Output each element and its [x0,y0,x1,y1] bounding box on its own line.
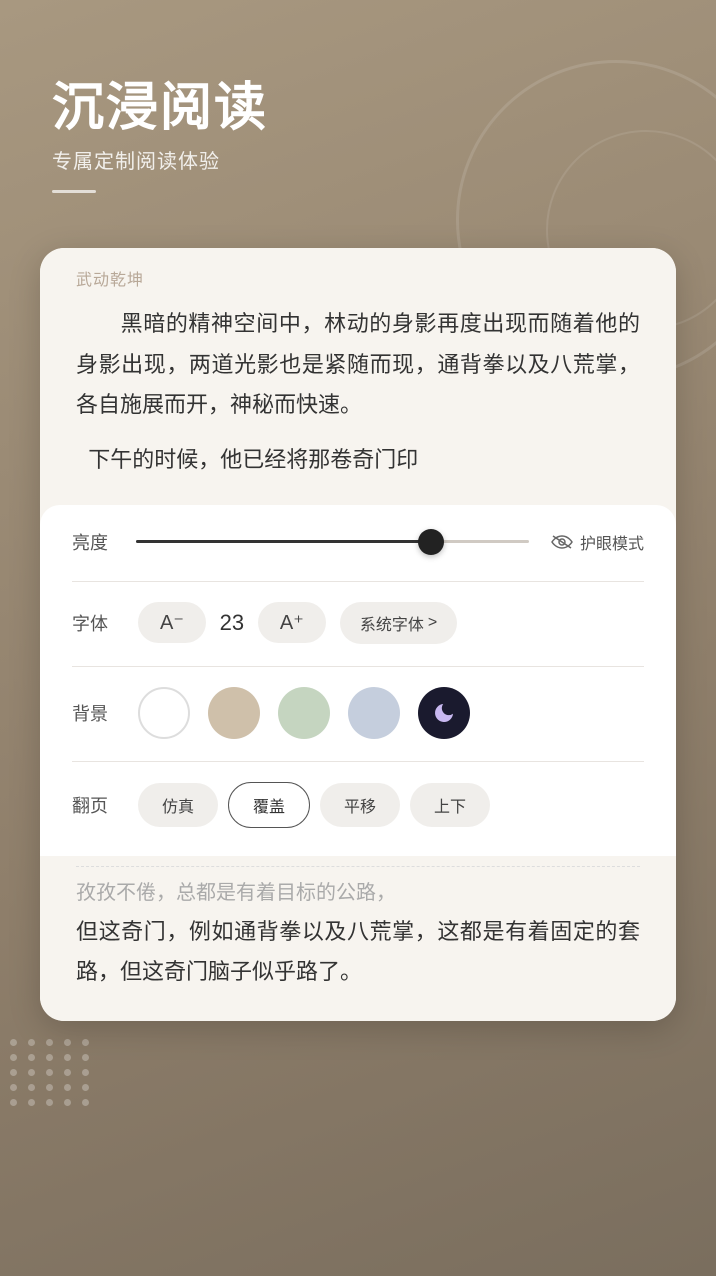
turn-vertical-button[interactable]: 上下 [410,783,490,827]
divider-1 [72,581,644,582]
font-controls: A⁻ 23 A⁺ [138,602,326,643]
brightness-thumb[interactable] [418,529,444,555]
settings-panel: 亮度 护眼模式 字体 A⁻ 23 [40,505,676,856]
page-turn-row: 翻页 仿真 覆盖 平移 上下 [72,782,644,828]
brightness-slider[interactable] [136,540,529,543]
header: 沉浸阅读 专属定制阅读体验 [52,80,268,193]
chevron-right-icon: > [428,614,437,632]
reading-area-top: 武动乾坤 黑暗的精神空间中，林动的身影再度出现而随着他的身影出现，两道光影也是紧… [40,248,676,505]
font-decrease-button[interactable]: A⁻ [138,602,206,643]
font-increase-button[interactable]: A⁺ [258,602,326,643]
font-size-value: 23 [216,610,248,636]
bg-option-tan[interactable] [208,687,260,739]
bg-label: 背景 [72,700,124,726]
turn-options: 仿真 覆盖 平移 上下 [138,782,490,828]
main-card: 武动乾坤 黑暗的精神空间中，林动的身影再度出现而随着他的身影出现，两道光影也是紧… [40,248,676,1021]
turn-simulation-button[interactable]: 仿真 [138,783,218,827]
bg-options [138,687,470,739]
font-label: 字体 [72,610,124,636]
brightness-label: 亮度 [72,529,124,555]
divider-2 [72,666,644,667]
reading-area-bottom: 孜孜不倦，总都是有着目标的公路， 但这奇门，例如通背拳以及八荒掌，这都是有着固定… [40,856,676,1021]
bg-option-blue[interactable] [348,687,400,739]
reading-paragraph-2: 下午的时候，他已经将那卷奇门印 [76,440,640,481]
eye-mode-label: 护眼模式 [580,530,644,554]
header-divider [52,190,96,193]
eye-icon [551,534,573,550]
header-subtitle: 专属定制阅读体验 [52,145,268,174]
font-type-button[interactable]: 系统字体 > [340,602,457,644]
indent [76,304,120,345]
turn-slide-button[interactable]: 平移 [320,783,400,827]
font-type-label: 系统字体 [360,611,424,635]
bg-dot-grid [10,1039,92,1106]
header-title: 沉浸阅读 [52,80,268,137]
moon-icon [432,701,456,725]
book-title: 武动乾坤 [76,266,640,290]
font-row: 字体 A⁻ 23 A⁺ 系统字体 > [72,602,644,644]
turn-label: 翻页 [72,792,124,818]
eye-mode-toggle[interactable]: 护眼模式 [551,530,644,554]
reading-paragraph-1: 黑暗的精神空间中，林动的身影再度出现而随着他的身影出现，两道光影也是紧随而现，通… [76,304,640,426]
background-row: 背景 [72,687,644,739]
indent2 [76,447,88,472]
divider-3 [72,761,644,762]
bg-option-white[interactable] [138,687,190,739]
reading-paragraph-3-partial: 孜孜不倦，总都是有着目标的公路， [76,866,640,912]
bg-option-green[interactable] [278,687,330,739]
turn-cover-button[interactable]: 覆盖 [228,782,310,828]
brightness-fill [136,540,431,543]
bg-option-dark[interactable] [418,687,470,739]
brightness-row: 亮度 护眼模式 [72,529,644,555]
reading-paragraph-3: 但这奇门，例如通背拳以及八荒掌，这都是有着固定的套路，但这奇门脑子似乎路了。 [76,912,640,993]
